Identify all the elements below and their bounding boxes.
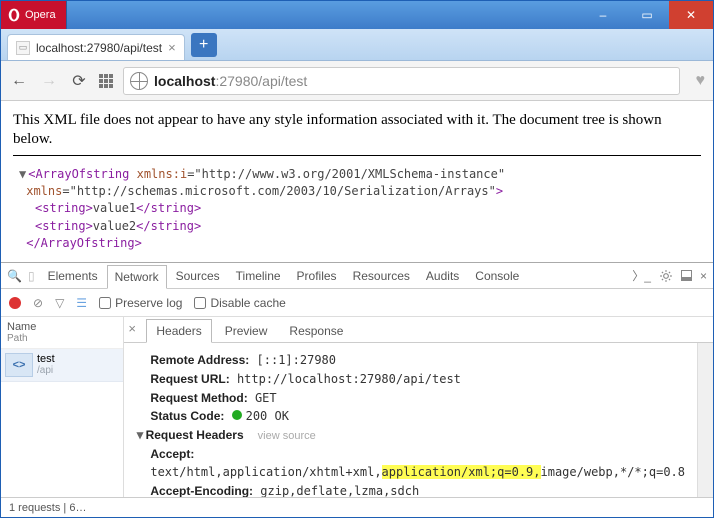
filter-icon[interactable]: ▽ <box>55 296 64 310</box>
titlebar: Opera – ▭ ✕ <box>1 1 713 29</box>
tab-title: localhost:27980/api/test <box>36 41 162 55</box>
search-icon[interactable]: 🔍 <box>7 269 22 283</box>
clear-button[interactable]: ⊘ <box>33 296 43 310</box>
dock-icon[interactable] <box>681 270 692 281</box>
back-button[interactable]: ← <box>9 72 29 90</box>
collapse-caret-icon[interactable]: ▼ <box>136 426 143 445</box>
url-input[interactable]: localhost:27980/api/test <box>123 67 680 95</box>
app-name: Opera <box>25 9 56 21</box>
opera-icon <box>7 8 21 22</box>
tab-sources[interactable]: Sources <box>169 265 227 287</box>
preserve-log-checkbox[interactable]: Preserve log <box>99 296 182 310</box>
tab-profiles[interactable]: Profiles <box>290 265 344 287</box>
column-header[interactable]: Name Path <box>1 317 123 349</box>
devtools-statusbar: 1 requests | 6… <box>1 497 713 517</box>
request-row[interactable]: <> test /api <box>1 349 123 382</box>
xml-tree: ▼<ArrayOfstring xmlns:i="http://www.w3.o… <box>13 166 701 253</box>
reload-button[interactable]: ⟳ <box>69 71 89 91</box>
browser-window: Opera – ▭ ✕ ▭ localhost:27980/api/test ×… <box>0 0 714 518</box>
detail-close-icon[interactable]: × <box>128 321 136 336</box>
devtools-close-icon[interactable]: × <box>700 269 707 283</box>
detail-tab-response[interactable]: Response <box>280 320 352 342</box>
new-tab-button[interactable]: + <box>191 33 217 57</box>
devtools-tabs: 🔍 ▯ Elements Network Sources Timeline Pr… <box>1 263 713 289</box>
devtools-body: Name Path <> test /api × Headers Preview… <box>1 317 713 497</box>
tab-timeline[interactable]: Timeline <box>229 265 288 287</box>
detail-tab-headers[interactable]: Headers <box>146 319 211 343</box>
tab-network[interactable]: Network <box>107 265 167 289</box>
xml-notice: This XML file does not appear to have an… <box>13 111 701 156</box>
tab-resources[interactable]: Resources <box>346 265 417 287</box>
network-toolbar: ⊘ ▽ ☰ Preserve log Disable cache <box>1 289 713 317</box>
tab-console[interactable]: Console <box>468 265 526 287</box>
view-source-link[interactable]: view source <box>258 430 316 442</box>
window-buttons: – ▭ ✕ <box>581 1 713 29</box>
address-bar: ← → ⟳ localhost:27980/api/test ♥ <box>1 61 713 101</box>
url-text: localhost:27980/api/test <box>154 73 307 89</box>
scrollbar[interactable] <box>697 343 713 497</box>
request-detail: × Headers Preview Response Remote Addres… <box>124 317 713 497</box>
record-button[interactable] <box>9 297 21 309</box>
list-view-icon[interactable]: ☰ <box>76 296 87 310</box>
page-favicon-icon: ▭ <box>16 41 30 55</box>
detail-tabs: Headers Preview Response <box>124 317 713 343</box>
tab-elements[interactable]: Elements <box>41 265 105 287</box>
close-button[interactable]: ✕ <box>669 1 713 29</box>
gear-icon[interactable] <box>659 269 673 283</box>
maximize-button[interactable]: ▭ <box>625 1 669 29</box>
drawer-toggle-icon[interactable]: 〉_ <box>632 267 651 284</box>
app-menu-button[interactable]: Opera <box>1 1 67 29</box>
request-list: Name Path <> test /api <box>1 317 124 497</box>
request-path: /api <box>37 365 55 376</box>
detail-tab-preview[interactable]: Preview <box>216 320 277 342</box>
tab-active[interactable]: ▭ localhost:27980/api/test × <box>7 34 185 60</box>
page-content: This XML file does not appear to have an… <box>1 101 713 262</box>
tab-close-icon[interactable]: × <box>168 40 176 55</box>
tab-audits[interactable]: Audits <box>419 265 466 287</box>
tab-strip: ▭ localhost:27980/api/test × + <box>1 29 713 61</box>
file-type-icon: <> <box>5 353 33 377</box>
expand-caret-icon[interactable]: ▼ <box>19 166 26 183</box>
forward-button[interactable]: → <box>39 72 59 90</box>
highlighted-accept: application/xml;q=0.9, <box>382 465 541 479</box>
speed-dial-button[interactable] <box>99 74 113 88</box>
device-icon[interactable]: ▯ <box>28 269 35 283</box>
bookmark-button[interactable]: ♥ <box>696 72 706 90</box>
minimize-button[interactable]: – <box>581 1 625 29</box>
status-dot-icon <box>232 410 242 420</box>
headers-panel: Remote Address: [::1]:27980 Request URL:… <box>124 343 697 497</box>
globe-icon <box>130 72 148 90</box>
disable-cache-checkbox[interactable]: Disable cache <box>194 296 285 310</box>
devtools-panel: 🔍 ▯ Elements Network Sources Timeline Pr… <box>1 262 713 517</box>
request-name: test <box>37 353 55 365</box>
